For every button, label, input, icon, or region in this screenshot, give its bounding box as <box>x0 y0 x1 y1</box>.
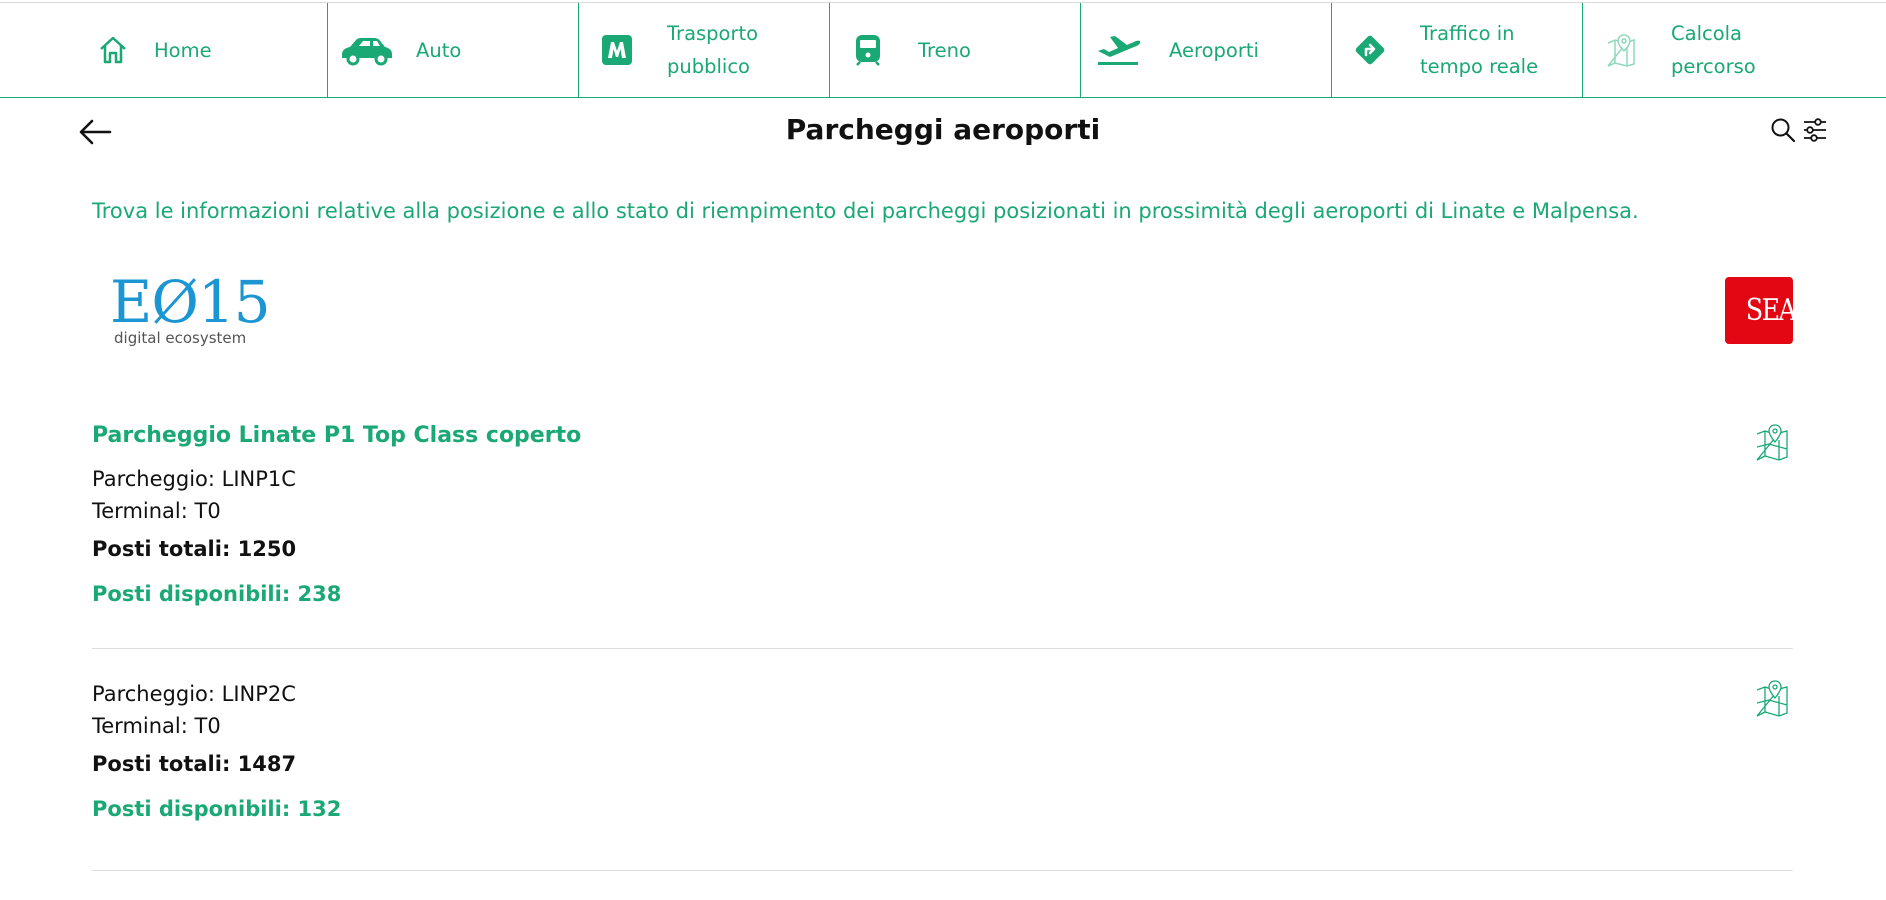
nav-label: Aeroporti <box>1169 38 1259 62</box>
parking-card: Parcheggio: LINP2C Terminal: T0 Posti to… <box>92 678 1793 871</box>
nav-item-auto[interactable]: Auto <box>328 3 579 97</box>
train-icon <box>840 30 896 70</box>
parking-total-spaces: Posti totali: 1250 <box>92 537 297 561</box>
parking-terminal: Terminal: T0 <box>92 499 221 523</box>
page-title: Parcheggi aeroporti <box>785 113 1101 146</box>
search-icon <box>1770 118 1796 147</box>
parking-code: Parcheggio: LINP2C <box>92 682 296 706</box>
map-pin-icon <box>1593 30 1649 70</box>
e015-logo: EØ15 digital ecosystem <box>110 268 271 347</box>
parking-name: Parcheggio Linate P1 Top Class coperto <box>92 423 582 448</box>
page-header: Parcheggi aeroporti <box>0 98 1886 170</box>
parking-available-spaces: Posti disponibili: 238 <box>92 582 342 606</box>
search-button[interactable] <box>1770 117 1796 143</box>
e015-logo-subtitle: digital ecosystem <box>114 329 247 347</box>
nav-label: Treno <box>918 38 971 62</box>
nav-item-treno[interactable]: Treno <box>830 3 1081 97</box>
top-navigation: Home Auto Trasporto pubblico Treno Aerop… <box>0 2 1886 98</box>
parking-terminal: Terminal: T0 <box>92 714 221 738</box>
nav-label: Auto <box>416 38 462 62</box>
nav-item-home[interactable]: Home <box>0 3 328 97</box>
car-icon <box>338 30 394 70</box>
nav-label: Traffico in tempo reale <box>1420 22 1539 78</box>
traffic-icon <box>1342 30 1398 70</box>
airplane-icon <box>1091 30 1147 70</box>
map-button[interactable] <box>1755 679 1789 717</box>
parking-total-spaces: Posti totali: 1487 <box>92 752 297 776</box>
filter-button[interactable] <box>1802 117 1828 143</box>
nav-item-trasporto-pubblico[interactable]: Trasporto pubblico <box>579 3 830 97</box>
nav-label: Calcola percorso <box>1671 22 1756 78</box>
parking-card: Parcheggio Linate P1 Top Class coperto P… <box>92 423 1793 649</box>
sea-logo-text: SEA <box>1745 293 1793 328</box>
map-button[interactable] <box>1755 423 1789 461</box>
filter-sliders-icon <box>1802 118 1828 147</box>
nav-label: Home <box>154 38 212 62</box>
e015-logo-text: EØ15 <box>110 268 271 336</box>
home-icon <box>97 30 129 70</box>
metro-icon <box>589 30 645 70</box>
nav-item-traffico[interactable]: Traffico in tempo reale <box>1332 3 1583 97</box>
nav-item-calcola-percorso[interactable]: Calcola percorso <box>1583 3 1834 97</box>
map-pin-icon <box>1755 424 1789 465</box>
sea-logo: SEA <box>1725 277 1793 344</box>
nav-item-aeroporti[interactable]: Aeroporti <box>1081 3 1332 97</box>
map-pin-icon <box>1755 680 1789 721</box>
intro-text: Trova le informazioni relative alla posi… <box>92 199 1639 223</box>
parking-code: Parcheggio: LINP1C <box>92 467 296 491</box>
nav-label: Trasporto pubblico <box>667 22 759 78</box>
parking-available-spaces: Posti disponibili: 132 <box>92 797 342 821</box>
